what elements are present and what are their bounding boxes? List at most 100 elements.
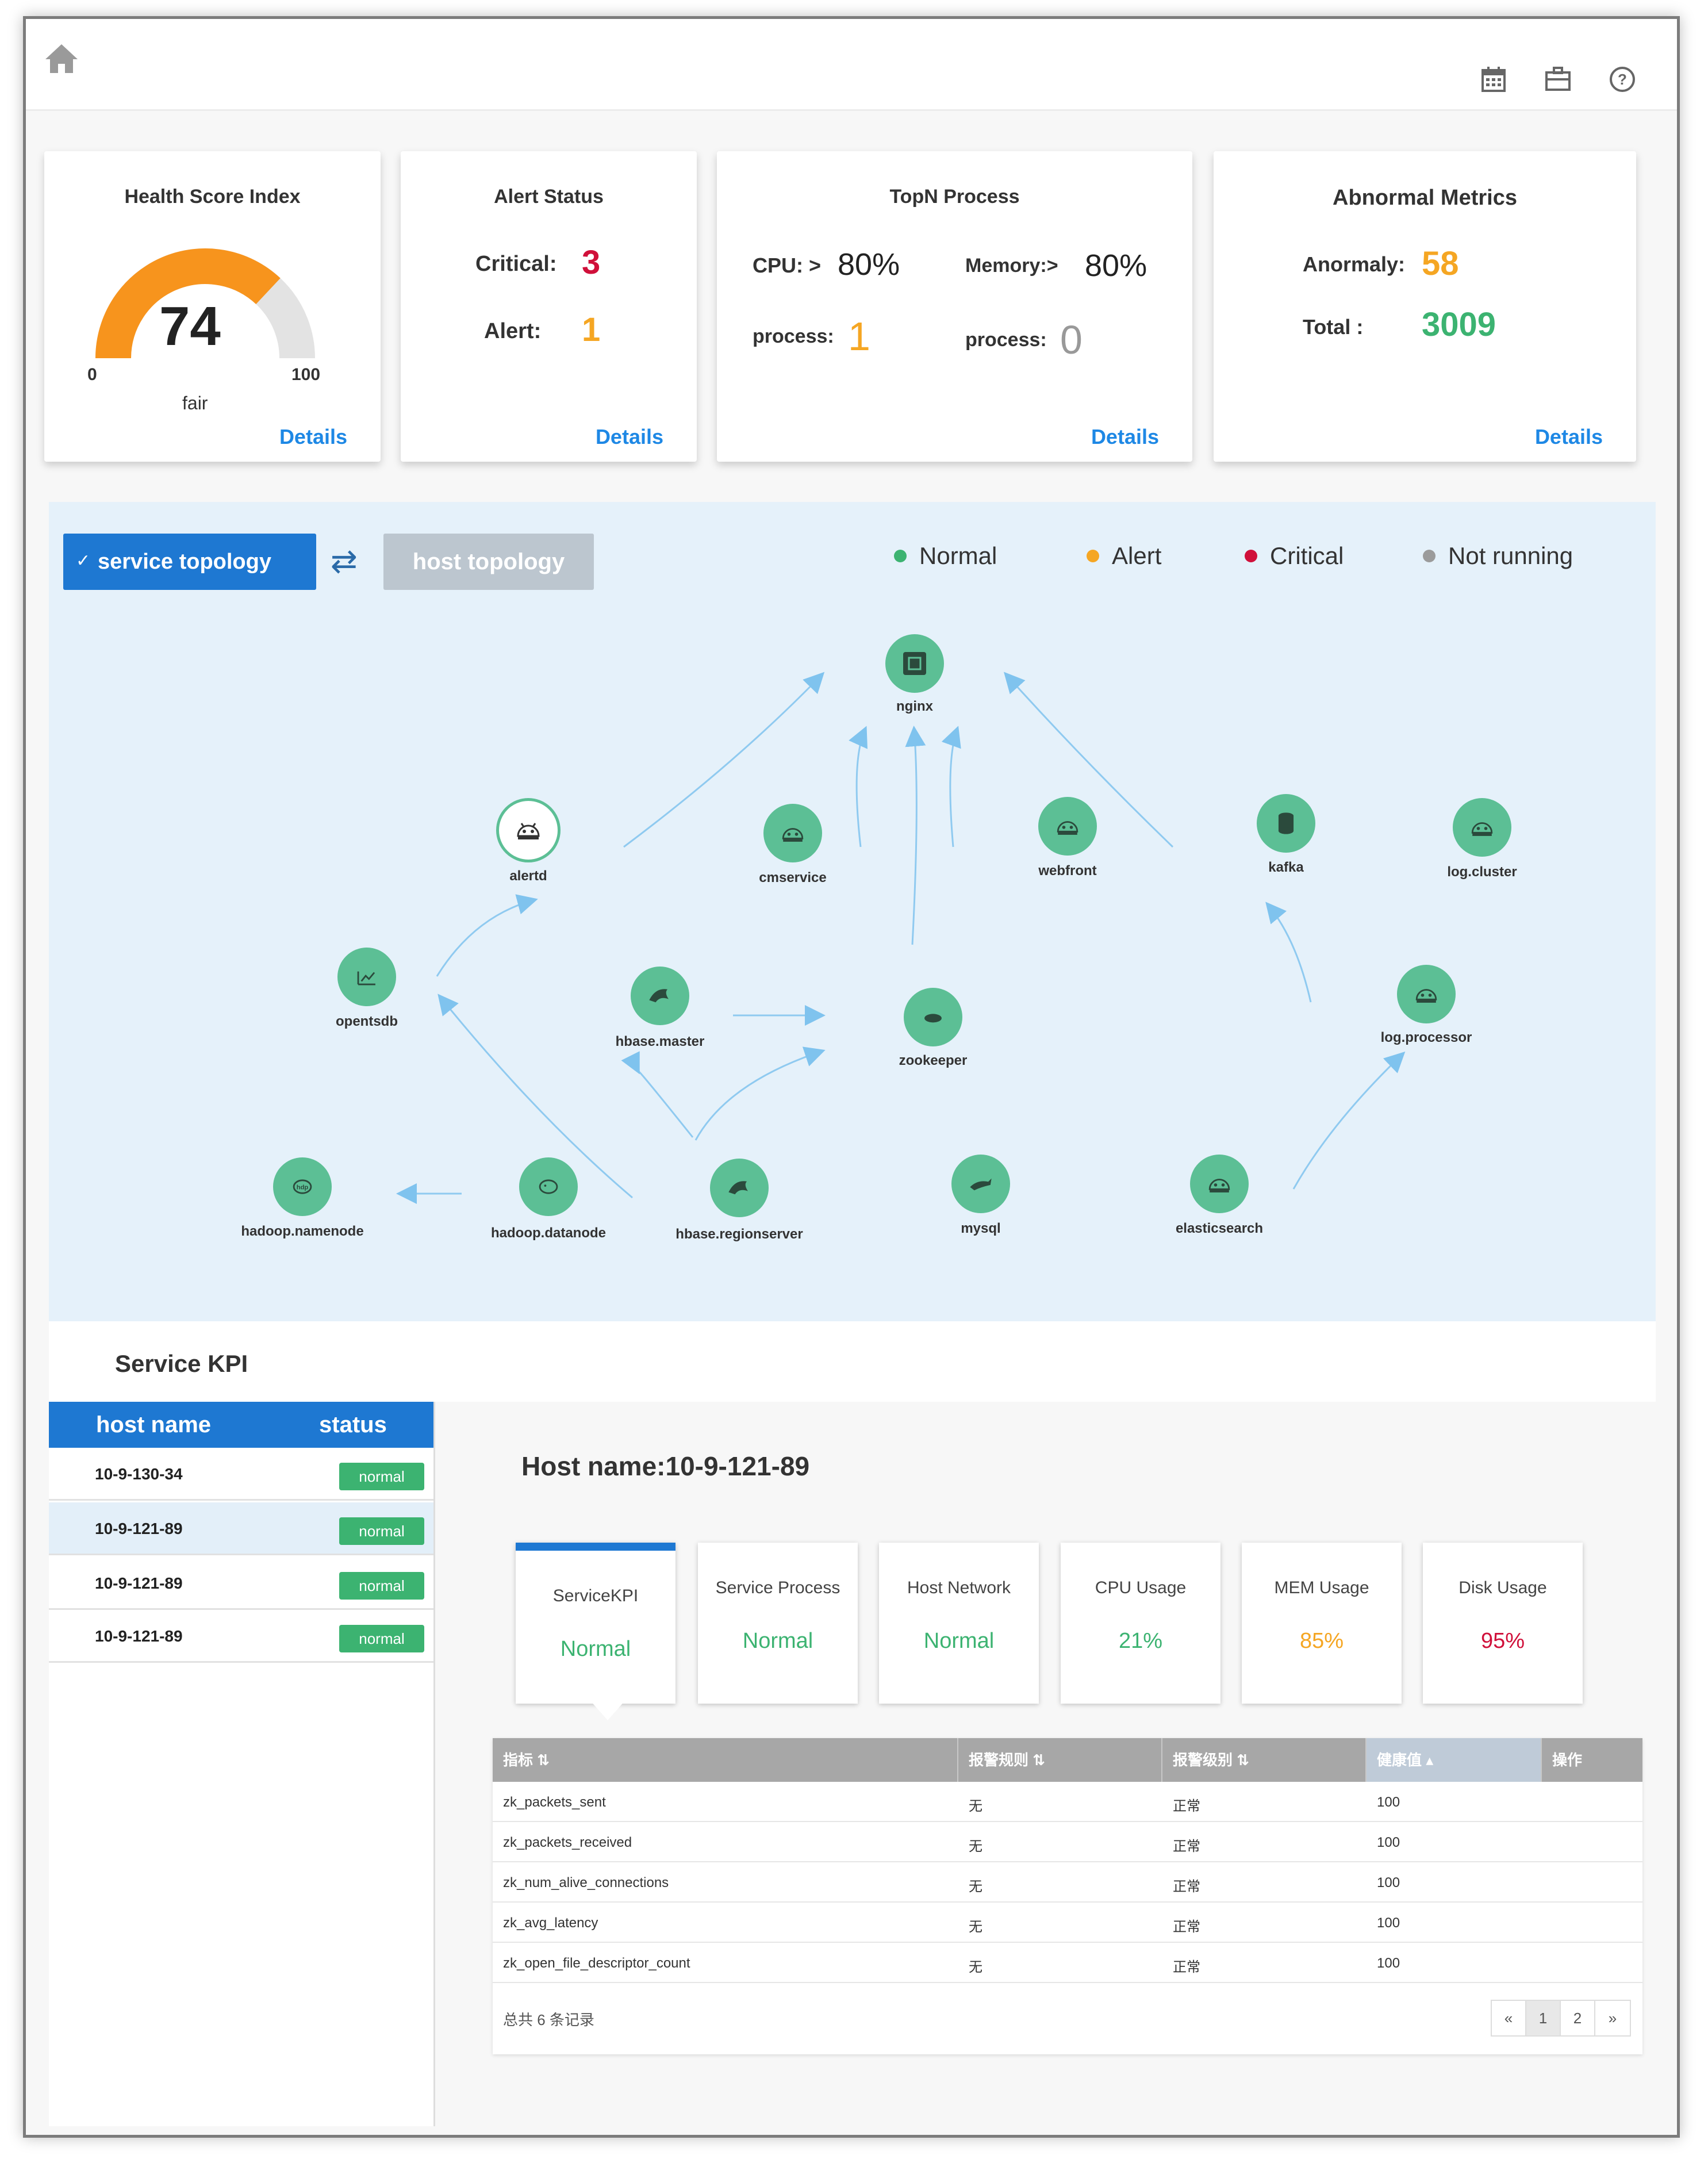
node-label-kafka: kafka [1268,860,1304,875]
host-name: 10-9-121-89 [95,1574,183,1592]
pager-prev-button[interactable]: « [1492,2001,1526,2035]
kpi-card-mem-usage[interactable]: MEM Usage 85% [1242,1543,1402,1704]
kpi-card-value: Normal [923,1629,995,1653]
host-row[interactable]: 10-9-121-89 normal [49,1557,433,1610]
dolphin-icon [970,1178,992,1191]
chart-icon [357,971,375,985]
kpi-card-title: Disk Usage [1458,1578,1547,1597]
metric-name: zk_open_file_descriptor_count [503,1955,690,1971]
kpi-card-cpu-usage[interactable]: CPU Usage 21% [1061,1543,1220,1704]
column-health-value[interactable]: 健康值 ▴ [1367,1738,1542,1782]
alert-level: 正常 [1173,1798,1200,1814]
alert-count: 1 [582,311,601,348]
node-webfront[interactable] [1038,797,1097,856]
node-zookeeper[interactable] [904,988,962,1046]
host-row-selected[interactable]: 10-9-121-89 normal [49,1502,433,1555]
node-label-elasticsearch: elasticsearch [1175,1221,1264,1236]
kpi-card-value: Normal [742,1629,813,1653]
health-status-label: fair [182,393,208,413]
calendar-icon[interactable] [1479,65,1508,94]
nginx-icon [903,652,926,675]
node-alertd[interactable] [496,798,561,862]
svg-text:?: ? [1618,71,1627,88]
health-score-title: Health Score Index [124,186,301,208]
kpi-card-value: 95% [1480,1629,1525,1653]
host-list: host name status 10-9-130-34 normal 10-9… [49,1402,435,2126]
host-detail-title: Host name:10-9-121-89 [521,1451,810,1481]
alert-level: 正常 [1173,1959,1200,1975]
kpi-card-title: CPU Usage [1095,1578,1187,1597]
node-label-opentsdb: opentsdb [336,1014,398,1029]
health-value: 100 [1377,1875,1400,1890]
node-hadoop-datanode[interactable] [519,1157,578,1216]
android-icon [1471,822,1493,836]
node-elasticsearch[interactable] [1190,1155,1249,1213]
node-cmservice[interactable] [763,804,822,862]
host-list-header: host name status [49,1402,433,1448]
health-details-link[interactable]: Details [279,425,347,449]
kpi-card-title: Service Process [715,1578,840,1597]
kpi-card-service-kpi[interactable]: ServiceKPI Normal [516,1543,675,1704]
abnormal-details-link[interactable]: Details [1535,425,1603,449]
node-nginx[interactable] [885,634,944,693]
node-label-nginx: nginx [896,699,933,714]
host-name-header: host name [96,1412,212,1437]
node-label-webfront: webfront [1038,863,1097,879]
cpu-threshold: 80% [838,247,900,282]
abnormal-title: Abnormal Metrics [1333,186,1517,210]
kpi-card-host-network[interactable]: Host Network Normal [879,1543,1039,1704]
critical-label: Critical: [475,252,557,276]
kpi-card-pointer [590,1701,625,1720]
topn-title: TopN Process [889,186,1020,208]
app-window: ? Health Score Index 74 0 100 fair Detai… [23,16,1680,2138]
host-name: 10-9-121-89 [95,1627,183,1645]
metrics-table-header: 指标 ⇅ 报警规则 ⇅ 报警级别 ⇅ 健康值 ▴ 操作 [493,1738,1642,1782]
health-score-value: 74 [159,296,221,357]
service-kpi-title: Service KPI [115,1350,248,1377]
alert-label: Alert: [484,319,542,343]
alert-rule: 无 [969,1879,982,1895]
node-mysql[interactable] [951,1155,1010,1213]
alert-details-link[interactable]: Details [596,425,663,449]
topn-details-link[interactable]: Details [1091,425,1159,449]
status-badge: normal [339,1463,424,1490]
node-hbase-master[interactable] [631,967,689,1025]
cpu-process-count: 1 [848,314,870,359]
host-detail-panel: Host name:10-9-121-89 ServiceKPI Normal … [435,1402,1656,2126]
node-hbase-regionserver[interactable] [710,1159,769,1217]
briefcase-icon[interactable] [1544,65,1572,94]
pagination: « 1 2 » [1491,2000,1631,2037]
pager-page-1[interactable]: 1 [1526,2001,1561,2035]
column-alert-level[interactable]: 报警级别 ⇅ [1162,1738,1367,1782]
column-metric[interactable]: 指标 ⇅ [493,1738,958,1782]
node-log-cluster[interactable] [1453,798,1511,857]
node-label-log-cluster: log.cluster [1447,864,1517,880]
pager-next-button[interactable]: » [1595,2001,1630,2035]
node-label-hbase-regionserver: hbase.regionserver [675,1226,803,1242]
node-kafka[interactable] [1257,794,1315,853]
android-icon [1208,1179,1230,1192]
kpi-card-title: Host Network [907,1578,1011,1597]
service-kpi-header: Service KPI [49,1321,1656,1402]
column-alert-rule[interactable]: 报警规则 ⇅ [958,1738,1162,1782]
memory-label: Memory:> [965,255,1058,277]
host-row[interactable]: 10-9-121-89 normal [49,1610,433,1663]
kpi-card-disk-usage[interactable]: Disk Usage 95% [1423,1543,1583,1704]
help-icon[interactable]: ? [1608,65,1637,94]
node-log-processor[interactable] [1397,965,1456,1023]
node-opentsdb[interactable] [337,948,396,1006]
total-count: 3009 [1422,306,1496,343]
kpi-card-service-process[interactable]: Service Process Normal [698,1543,858,1704]
memory-process-label: process: [965,329,1047,351]
home-icon[interactable] [43,42,80,74]
host-row[interactable]: 10-9-130-34 normal [49,1448,433,1501]
health-value: 100 [1377,1915,1400,1931]
node-label-cmservice: cmservice [759,870,827,885]
host-name: 10-9-130-34 [95,1465,183,1483]
orca-icon [728,1181,748,1195]
abnormal-metrics-card: Abnormal Metrics Anormaly: 58 Total : 30… [1214,151,1636,462]
orca-icon [649,989,669,1003]
pager-page-2[interactable]: 2 [1561,2001,1595,2035]
node-hadoop-namenode[interactable]: hdp [273,1157,332,1216]
kpi-card-value: 85% [1299,1629,1344,1653]
